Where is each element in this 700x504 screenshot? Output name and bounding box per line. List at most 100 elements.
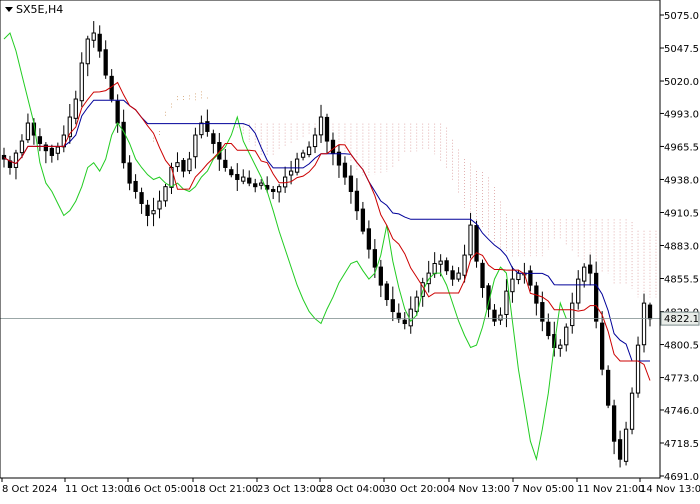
candle bbox=[312, 127, 318, 154]
candle-body bbox=[348, 175, 354, 192]
candle bbox=[97, 25, 102, 58]
x-tick-label: 11 Oct 13:00 bbox=[65, 484, 130, 495]
candle-body bbox=[474, 225, 479, 262]
candle-body bbox=[229, 169, 234, 176]
candle bbox=[91, 21, 96, 48]
y-tick-label: 4993.0 bbox=[664, 109, 699, 120]
candle bbox=[55, 142, 60, 161]
candle bbox=[37, 128, 43, 152]
candle-body bbox=[235, 173, 240, 180]
candle-body bbox=[432, 263, 437, 275]
candle-body bbox=[277, 186, 282, 193]
candle-body bbox=[127, 162, 132, 184]
candle bbox=[611, 399, 617, 455]
candle-body bbox=[617, 439, 623, 460]
candle bbox=[360, 201, 366, 235]
candle bbox=[103, 40, 108, 79]
y-tick-label: 4938.0 bbox=[664, 175, 699, 186]
y-tick-label: 5047.5 bbox=[664, 44, 699, 55]
candle-body bbox=[271, 189, 276, 192]
candle bbox=[199, 115, 204, 139]
candle bbox=[492, 304, 497, 327]
candle bbox=[294, 152, 300, 176]
candle-body bbox=[366, 228, 372, 250]
candle-body bbox=[97, 33, 102, 52]
candle-body bbox=[330, 139, 336, 154]
candle bbox=[582, 263, 587, 288]
y-tick-label: 4883.0 bbox=[664, 242, 699, 253]
candle bbox=[647, 302, 653, 327]
candle bbox=[181, 157, 186, 178]
candle-body bbox=[19, 140, 25, 154]
candle-body bbox=[181, 159, 186, 172]
candle-body bbox=[55, 146, 60, 154]
candle bbox=[408, 296, 413, 334]
x-tick-label: 8 Oct 2024 bbox=[2, 484, 57, 495]
candle-body bbox=[139, 192, 144, 204]
candle-body bbox=[288, 170, 294, 176]
candle bbox=[7, 155, 13, 175]
x-tick-label: 11 Nov 21:00 bbox=[577, 484, 644, 495]
candle-body bbox=[354, 190, 360, 212]
candle-body bbox=[623, 428, 629, 462]
candle-body bbox=[450, 270, 455, 280]
y-tick-label: 4773.0 bbox=[664, 374, 699, 385]
candle bbox=[271, 185, 276, 200]
candle-body bbox=[558, 344, 563, 349]
candle-body bbox=[635, 344, 641, 394]
candle bbox=[600, 311, 605, 376]
candle bbox=[480, 259, 485, 298]
candle-body bbox=[85, 38, 90, 65]
candle-body bbox=[600, 322, 605, 370]
candle-body bbox=[241, 176, 246, 182]
chevron-down-icon[interactable] bbox=[5, 7, 13, 12]
candle-body bbox=[588, 264, 593, 274]
candle-body bbox=[25, 122, 31, 141]
candle-body bbox=[510, 278, 515, 293]
candle-body bbox=[43, 144, 49, 152]
candle bbox=[528, 265, 533, 292]
candle-body bbox=[103, 49, 108, 76]
chikou-span-line bbox=[3, 32, 567, 462]
candle bbox=[127, 155, 132, 191]
candle bbox=[426, 260, 431, 293]
candle bbox=[546, 313, 551, 340]
plot-frame bbox=[0, 0, 661, 479]
x-tick-label: 23 Oct 13:00 bbox=[257, 484, 322, 495]
candle-body bbox=[570, 302, 575, 327]
y-tick-label: 4965.5 bbox=[664, 142, 699, 153]
candle-body bbox=[133, 180, 138, 192]
y-tick-label: 4800.5 bbox=[664, 341, 699, 352]
candle bbox=[133, 174, 138, 199]
candle bbox=[629, 387, 635, 435]
symbol-label: SX5E,H4 bbox=[16, 3, 64, 16]
candle-body bbox=[187, 158, 192, 172]
candle-body bbox=[342, 162, 348, 178]
candle bbox=[241, 169, 246, 185]
candle-body bbox=[564, 326, 569, 346]
candle bbox=[145, 199, 150, 227]
candle bbox=[79, 52, 84, 107]
candle-body bbox=[145, 204, 150, 216]
x-tick-label: 30 Oct 20:00 bbox=[384, 484, 449, 495]
candle-body bbox=[163, 186, 168, 202]
x-tick-label: 7 Nov 05:00 bbox=[513, 484, 574, 495]
candle bbox=[366, 220, 372, 259]
candle-body bbox=[253, 183, 258, 188]
candle bbox=[277, 184, 282, 203]
candle-body bbox=[211, 133, 216, 144]
candle-body bbox=[384, 283, 389, 301]
chart-svg: 5075.0 5047.5 5020.0 4993.0 4965.5 4938.0 4910… bbox=[0, 0, 700, 495]
candle bbox=[576, 270, 581, 310]
candle bbox=[342, 156, 348, 185]
x-tick-label: 18 Oct 21:00 bbox=[193, 484, 258, 495]
candle bbox=[474, 220, 479, 268]
candle-body bbox=[492, 309, 497, 322]
candle bbox=[306, 141, 312, 158]
candle-body bbox=[175, 162, 180, 168]
candle-body bbox=[79, 62, 84, 102]
candle bbox=[163, 184, 168, 207]
candle bbox=[193, 127, 198, 169]
price-chart: 5075.0 5047.5 5020.0 4993.0 4965.5 4938.0 4910… bbox=[0, 0, 700, 500]
candle bbox=[235, 163, 240, 191]
